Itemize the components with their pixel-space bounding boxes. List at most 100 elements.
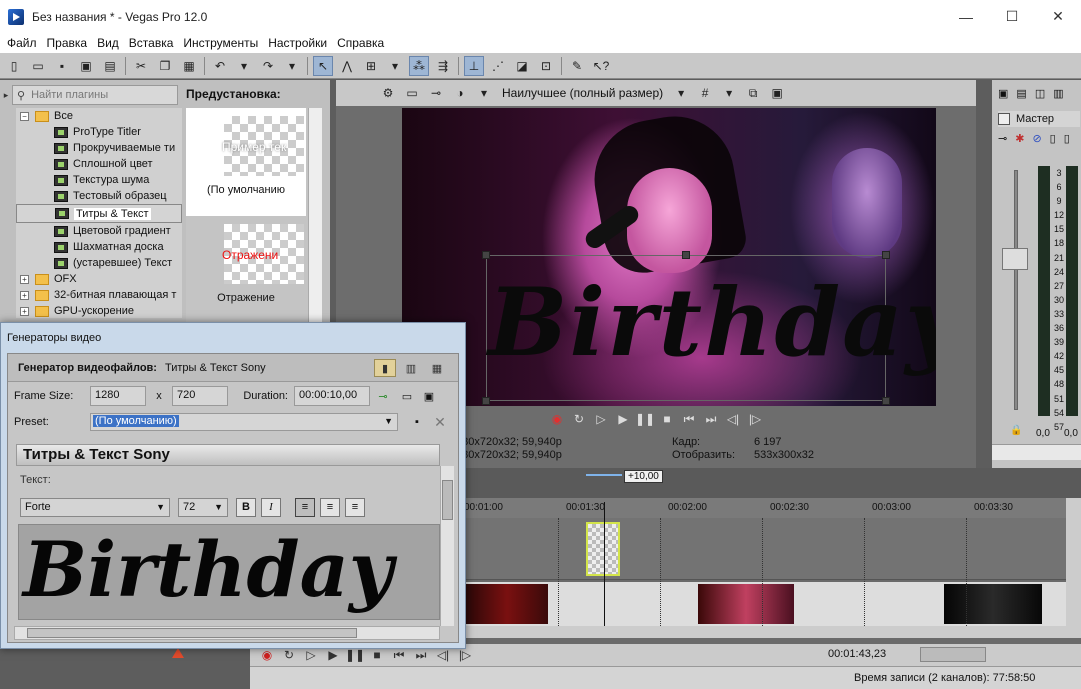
scrollbar-thumb[interactable]	[442, 480, 453, 520]
preset-select[interactable]: (По умолчанию) ▼	[90, 413, 398, 431]
minimize-button[interactable]: —	[943, 0, 989, 33]
ignore-grouping-icon[interactable]: ⋰	[488, 56, 508, 76]
pause-icon[interactable]: ❚❚	[344, 648, 366, 662]
resize-handle[interactable]	[482, 251, 490, 259]
timeline-hscrollbar[interactable]	[466, 626, 1066, 638]
lock-envelopes-icon[interactable]: ⊥	[464, 55, 484, 76]
meter-options-icon[interactable]: ▯	[1050, 132, 1056, 145]
snapping-icon[interactable]: ⁂	[409, 55, 429, 76]
single-view-icon[interactable]: ▮	[374, 359, 396, 377]
video-clip[interactable]	[944, 584, 1042, 624]
generator-hscrollbar[interactable]	[14, 626, 440, 640]
overlays-dropdown-icon[interactable]: ▾	[720, 84, 738, 102]
sync-duration-icon[interactable]: ⊸	[370, 390, 396, 403]
mute-icon[interactable]: ⊘	[1032, 132, 1041, 145]
previous-frame-icon[interactable]: ◁|	[722, 410, 744, 428]
menu-options[interactable]: Настройки	[263, 36, 332, 50]
play-icon[interactable]: ▶	[322, 648, 344, 662]
tree-item-noise-texture[interactable]: Текстура шума	[16, 172, 182, 188]
fx-chain-icon[interactable]: ⊸	[998, 132, 1007, 145]
menu-view[interactable]: Вид	[92, 36, 124, 50]
generator-vscrollbar[interactable]	[440, 466, 454, 626]
record-icon[interactable]: ◉	[546, 410, 568, 428]
maximize-button[interactable]: ☐	[989, 0, 1035, 33]
tree-folder-32bit[interactable]: + 32-битная плавающая т	[16, 287, 182, 303]
tree-item-protype-titler[interactable]: ProType Titler	[16, 124, 182, 140]
pause-icon[interactable]: ❚❚	[634, 410, 656, 428]
external-monitor-icon[interactable]: ▭	[403, 84, 421, 102]
normal-edit-tool-icon[interactable]: ↖	[313, 55, 333, 76]
expand-icon[interactable]: +	[20, 290, 29, 300]
redo-icon[interactable]: ↷	[258, 56, 278, 76]
preset-reflection[interactable]: Отражени Отражение	[186, 216, 306, 324]
save-snapshot-icon[interactable]: ▣	[768, 84, 786, 102]
go-to-end-icon[interactable]: ⏭	[410, 648, 432, 663]
frame-width-input[interactable]: 1280	[90, 386, 146, 406]
tree-item-solid-color[interactable]: Сплошной цвет	[16, 156, 182, 172]
resize-handle[interactable]	[682, 251, 690, 259]
video-clip[interactable]	[466, 584, 548, 624]
expand-icon[interactable]: +	[20, 274, 29, 284]
properties-icon[interactable]: ✎	[567, 56, 587, 76]
overlays-grid-icon[interactable]: #	[696, 84, 714, 102]
selection-tool-icon[interactable]: ⊞	[361, 56, 381, 76]
video-fx-icon[interactable]: ⊸	[427, 84, 445, 102]
close-button[interactable]: ✕	[1035, 0, 1081, 33]
menu-tools[interactable]: Инструменты	[178, 36, 263, 50]
menu-edit[interactable]: Правка	[42, 36, 93, 50]
resize-handle[interactable]	[882, 251, 890, 259]
split-dropdown-icon[interactable]: ▾	[475, 84, 493, 102]
envelope-tool-icon[interactable]: ⋀	[337, 56, 357, 76]
next-frame-icon[interactable]: |▷	[744, 410, 766, 428]
preset-default[interactable]: Пример тек (По умолчанию	[186, 108, 306, 216]
paste-icon[interactable]: ▦	[179, 56, 199, 76]
copy-icon[interactable]: ❐	[155, 56, 175, 76]
record-icon[interactable]: ◉	[256, 648, 278, 662]
collapse-icon[interactable]: −	[20, 111, 29, 121]
generator-window-title[interactable]: Генераторы видео	[1, 323, 465, 353]
quality-dropdown-icon[interactable]: ▾	[672, 84, 690, 102]
align-center-button[interactable]: ≡	[320, 497, 340, 517]
scrollbar-thumb[interactable]	[27, 628, 357, 638]
cut-icon[interactable]: ✂	[131, 56, 151, 76]
video-frame[interactable]: Birthday	[402, 108, 936, 406]
font-size-select[interactable]: 72 ▼	[178, 497, 228, 517]
tree-item-color-gradient[interactable]: Цветовой градиент	[16, 223, 182, 239]
grid-view-icon[interactable]: ▦	[426, 359, 448, 377]
play-from-start-icon[interactable]: ▷	[590, 410, 612, 428]
resize-handle[interactable]	[882, 397, 890, 405]
video-track[interactable]	[466, 518, 1066, 580]
go-to-start-icon[interactable]: ⏮	[678, 410, 700, 428]
rate-slider[interactable]	[586, 474, 622, 476]
split-screen-icon[interactable]: ◑	[451, 84, 469, 102]
copy-snapshot-icon[interactable]: ⧉	[744, 84, 762, 102]
redo-dropdown-icon[interactable]: ▾	[282, 56, 302, 76]
what-is-this-icon[interactable]: ↖?	[591, 56, 611, 76]
monitor-icon[interactable]: ▭	[396, 390, 418, 403]
video-thumbnail-track[interactable]	[466, 582, 1066, 628]
master-scrollbar[interactable]	[992, 444, 1081, 460]
tree-folder-ofx[interactable]: + OFX	[16, 271, 182, 287]
previous-frame-icon[interactable]: ◁|	[432, 648, 454, 662]
loop-icon[interactable]: ↻	[278, 648, 300, 662]
tree-folder-all[interactable]: − Все	[16, 108, 182, 124]
align-right-button[interactable]: ≡	[345, 497, 365, 517]
tool-dropdown-icon[interactable]: ▾	[385, 56, 405, 76]
save-as-icon[interactable]: ▣	[76, 56, 96, 76]
master-fader-knob[interactable]	[1002, 248, 1028, 270]
bold-button[interactable]: B	[236, 497, 256, 517]
fx-settings-icon[interactable]: ✱	[1015, 132, 1024, 145]
preview-quality-select[interactable]: Наилучшее (полный размер)	[502, 86, 663, 100]
stop-icon[interactable]: ■	[656, 410, 678, 428]
stop-icon[interactable]: ■	[366, 648, 388, 662]
auto-ripple-icon[interactable]: ⇶	[433, 56, 453, 76]
italic-button[interactable]: I	[261, 497, 281, 517]
tree-item-legacy-text[interactable]: (устаревшее) Текст	[16, 255, 182, 271]
resize-handle[interactable]	[482, 397, 490, 405]
properties-icon[interactable]: ▣	[418, 390, 440, 403]
undo-icon[interactable]: ↶	[210, 56, 230, 76]
timeline-vscrollbar[interactable]	[1066, 498, 1081, 638]
menu-help[interactable]: Справка	[332, 36, 389, 50]
go-to-start-icon[interactable]: ⏮	[388, 648, 410, 663]
tree-item-credit-roll[interactable]: Прокручиваемые ти	[16, 140, 182, 156]
